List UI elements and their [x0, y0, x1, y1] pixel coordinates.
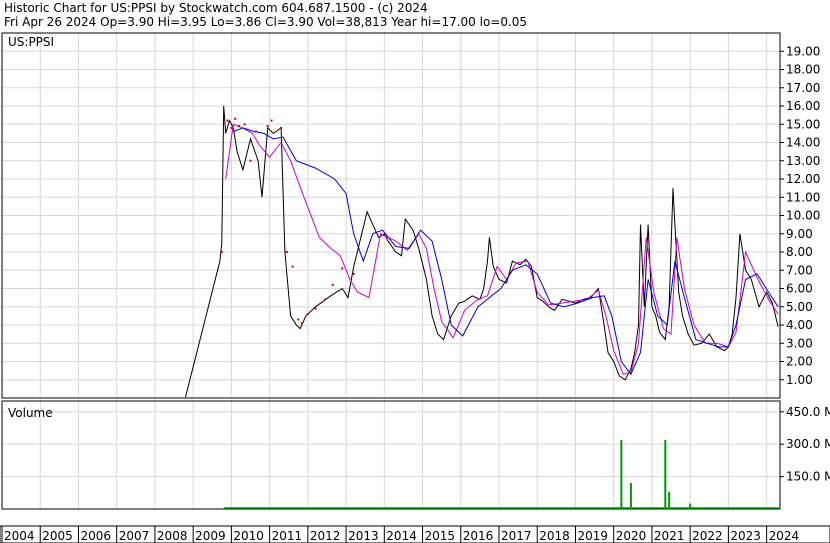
- price-tick-label: 14.00: [786, 136, 820, 150]
- ma-long-line: [233, 127, 779, 376]
- close-marker: [249, 159, 252, 162]
- volume-tick-label: 150.0 M: [786, 470, 830, 484]
- volume-bar: [664, 439, 667, 509]
- symbol-label: US:PPSI: [8, 35, 54, 49]
- year-tick-label: 2006: [80, 529, 111, 543]
- volume-axis-labels: 150.0 M 300.0 M 450.0 M: [780, 405, 830, 484]
- price-axis-labels: 1.00 2.00 3.00 4.00 5.00 6.00 7.00 8.00 9.00 10.0…: [780, 44, 820, 387]
- close-marker: [291, 265, 294, 268]
- close-marker: [306, 313, 309, 316]
- year-tick-label: 2004: [4, 529, 35, 543]
- price-tick-label: 13.00: [786, 154, 820, 168]
- price-tick-label: 11.00: [786, 190, 820, 204]
- close-marker: [324, 298, 327, 301]
- close-marker: [301, 322, 304, 325]
- volume-bar: [629, 483, 632, 509]
- volume-tick-label: 300.0 M: [786, 437, 830, 451]
- year-tick-label: 2005: [42, 529, 73, 543]
- volume-tick-label: 450.0 M: [786, 405, 830, 419]
- price-tick-label: 17.00: [786, 81, 820, 95]
- year-tick-label: 2015: [425, 529, 456, 543]
- close-marker: [352, 272, 355, 275]
- volume-bars: [223, 439, 780, 509]
- close-marker: [314, 307, 317, 310]
- close-marker: [220, 251, 223, 253]
- close-marker: [230, 126, 233, 129]
- price-tick-label: 10.00: [786, 209, 820, 223]
- year-tick-label: 2009: [195, 529, 226, 543]
- year-tick-label: 2014: [386, 529, 417, 543]
- year-tick-label: 2013: [348, 529, 379, 543]
- close-marker: [255, 130, 258, 133]
- price-tick-label: 1.00: [786, 373, 813, 387]
- grid-lines: [2, 33, 780, 509]
- price-tick-label: 8.00: [786, 245, 813, 259]
- close-marker: [238, 125, 241, 128]
- close-marker: [226, 119, 229, 122]
- price-tick-label: 9.00: [786, 227, 813, 241]
- year-tick-label: 2018: [539, 529, 570, 543]
- price-tick-label: 4.00: [786, 318, 813, 332]
- year-tick-label: 2022: [692, 529, 723, 543]
- volume-bar: [668, 491, 671, 509]
- year-tick-label: 2024: [769, 529, 800, 543]
- close-marker: [297, 318, 300, 321]
- year-tick-label: 2017: [501, 529, 532, 543]
- price-tick-label: 18.00: [786, 63, 820, 77]
- price-tick-label: 2.00: [786, 355, 813, 369]
- close-marker: [270, 119, 273, 122]
- price-tick-label: 5.00: [786, 300, 813, 314]
- year-tick-label: 2012: [310, 529, 341, 543]
- moving-average-long: [233, 127, 779, 376]
- volume-bar: [689, 503, 692, 509]
- close-marker: [234, 117, 237, 120]
- price-tick-label: 19.00: [786, 44, 820, 58]
- year-tick-label: 2023: [730, 529, 761, 543]
- price-tick-label: 3.00: [786, 336, 813, 350]
- year-tick-label: 2021: [654, 529, 685, 543]
- year-tick-label: 2010: [233, 529, 264, 543]
- close-marker: [331, 283, 334, 286]
- close-marker: [243, 123, 246, 126]
- year-tick-label: 2007: [119, 529, 150, 543]
- year-tick-label: 2016: [463, 529, 494, 543]
- volume-bar: [620, 439, 623, 509]
- volume-panel: [1, 400, 781, 510]
- stock-chart: 1.00 2.00 3.00 4.00 5.00 6.00 7.00 8.00 9.00 10.0…: [0, 32, 830, 543]
- year-tick-label: 2020: [616, 529, 647, 543]
- price-tick-label: 12.00: [786, 172, 820, 186]
- year-tick-label: 2011: [272, 529, 303, 543]
- volume-label: Volume: [8, 406, 53, 420]
- year-tick-label: 2019: [577, 529, 608, 543]
- price-tick-label: 15.00: [786, 117, 820, 131]
- close-marker: [280, 126, 283, 129]
- close-marker: [341, 267, 344, 270]
- price-tick-label: 7.00: [786, 263, 813, 277]
- year-axis-labels: 2004 2005 2006 2007 2008 2009 2010 2011 2012 2013…: [1, 526, 800, 543]
- close-marker: [285, 251, 288, 253]
- price-tick-label: 16.00: [786, 99, 820, 113]
- close-marker: [266, 125, 269, 128]
- year-tick-label: 2008: [157, 529, 188, 543]
- price-tick-label: 6.00: [786, 282, 813, 296]
